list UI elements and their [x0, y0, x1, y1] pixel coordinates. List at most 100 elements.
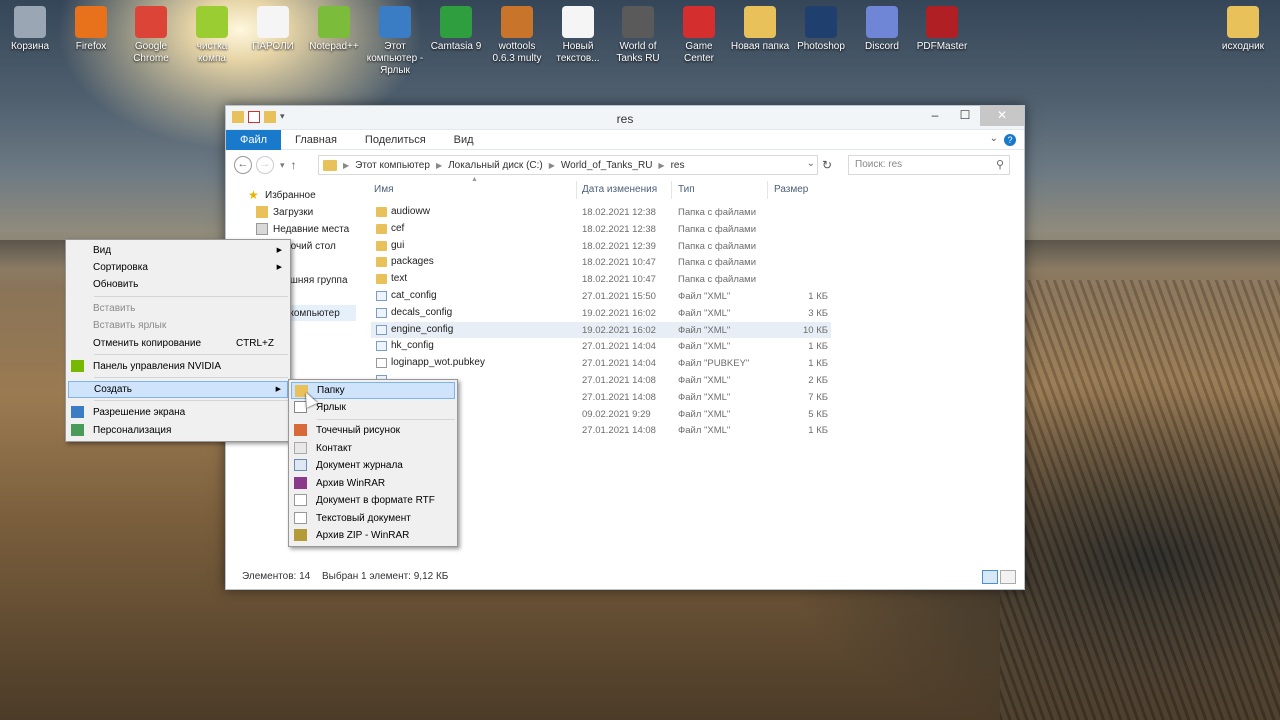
- maximize-button[interactable]: ☐: [950, 106, 980, 126]
- address-dropdown-icon[interactable]: ⌄: [807, 158, 815, 169]
- desktop-icon[interactable]: Новый текстов...: [548, 2, 608, 65]
- desktop-icon[interactable]: Google Chrome: [121, 2, 181, 65]
- menu-label: Архив WinRAR: [316, 478, 386, 489]
- breadcrumb-separator-icon[interactable]: ▶: [658, 161, 664, 170]
- breadcrumb-res[interactable]: res: [671, 160, 685, 171]
- tab-file[interactable]: Файл: [226, 129, 282, 150]
- recent-dropdown-icon[interactable]: ▾: [280, 160, 285, 171]
- desktop-icon[interactable]: Notepad++: [304, 2, 364, 53]
- file-row[interactable]: audioww 18.02.2021 12:38 Папка с файлами: [371, 204, 831, 221]
- breadcrumb-local-disk[interactable]: Локальный диск (C:): [448, 160, 543, 171]
- folder-icon: [376, 274, 387, 285]
- nav-label: Недавние места: [273, 223, 350, 235]
- help-icon[interactable]: ?: [1004, 134, 1016, 146]
- submenu-new-text[interactable]: Текстовый документ: [291, 510, 455, 527]
- breadcrumb-this-pc[interactable]: Этот компьютер: [355, 160, 430, 171]
- file-type: Файл "XML": [678, 324, 731, 336]
- submenu-new-rar[interactable]: Архив WinRAR: [291, 475, 455, 492]
- back-button[interactable]: ←: [234, 156, 252, 174]
- desktop-icon[interactable]: Photoshop: [791, 2, 851, 53]
- folder-icon: [376, 257, 387, 268]
- column-headers: Имя ▲ Дата изменения Тип Размер: [371, 176, 831, 199]
- large-icons-view-icon[interactable]: [1000, 570, 1016, 584]
- file-row[interactable]: hk_config 27.01.2021 14:04 Файл "XML" 1 КБ: [371, 338, 831, 355]
- column-size[interactable]: Размер: [774, 184, 808, 195]
- file-row[interactable]: cat_config 27.01.2021 15:50 Файл "XML" 1 КБ: [371, 288, 831, 305]
- desktop-icon[interactable]: чистка компа: [182, 2, 242, 65]
- desktop-icon-label: Notepad++: [309, 41, 359, 52]
- file-row[interactable]: engine_config 19.02.2021 16:02 Файл "XML" 1…: [371, 321, 831, 339]
- desktop-icon[interactable]: ПАРОЛИ: [243, 2, 303, 53]
- minimize-button[interactable]: –: [920, 106, 950, 126]
- search-icon[interactable]: ⚲: [996, 158, 1004, 171]
- menu-paste[interactable]: Вставить: [68, 300, 288, 317]
- nav-recent[interactable]: Недавние места: [256, 223, 349, 235]
- file-row[interactable]: gui 18.02.2021 12:39 Папка с файлами: [371, 238, 831, 255]
- file-row[interactable]: decals_config 19.02.2021 16:02 Файл "XML" 3…: [371, 305, 831, 322]
- up-button[interactable]: ↑: [291, 158, 297, 172]
- desktop-icon[interactable]: Этот компьютер - Ярлык: [365, 2, 425, 77]
- desktop-icon[interactable]: Game Center: [669, 2, 729, 65]
- camtasia-icon: [440, 6, 472, 38]
- file-name: hk_config: [391, 340, 434, 352]
- submenu-new-contact[interactable]: Контакт: [291, 440, 455, 457]
- xml-file-icon: [376, 324, 387, 335]
- column-divider[interactable]: [576, 181, 577, 199]
- file-row[interactable]: loginapp_wot.pubkey 27.01.2021 14:04 Файл …: [371, 355, 831, 372]
- desktop-icon[interactable]: PDFMaster: [912, 2, 972, 53]
- nvidia-icon: [71, 360, 84, 372]
- menu-paste-shortcut[interactable]: Вставить ярлык: [68, 317, 288, 334]
- breadcrumb-wot[interactable]: World_of_Tanks_RU: [561, 160, 653, 171]
- close-button[interactable]: ✕: [980, 106, 1024, 126]
- search-input[interactable]: Поиск: res ⚲: [848, 155, 1010, 175]
- desktop-icon[interactable]: Корзина: [0, 2, 60, 53]
- menu-create[interactable]: Создать ▶: [68, 381, 288, 398]
- submenu-new-rtf[interactable]: Документ в формате RTF: [291, 492, 455, 509]
- menu-screen-resolution[interactable]: Разрешение экрана: [68, 404, 288, 421]
- column-name[interactable]: Имя: [374, 184, 393, 195]
- submenu-arrow-icon: ▶: [276, 264, 282, 271]
- file-date: 09.02.2021 9:29: [582, 408, 651, 420]
- menu-sort[interactable]: Сортировка ▶: [68, 259, 288, 276]
- submenu-new-journal[interactable]: Документ журнала: [291, 457, 455, 474]
- tab-share[interactable]: Поделиться: [351, 130, 440, 150]
- column-divider[interactable]: [671, 181, 672, 199]
- desktop-icon[interactable]: wottools 0.6.3 multy: [487, 2, 547, 65]
- file-row[interactable]: cef 18.02.2021 12:38 Папка с файлами: [371, 221, 831, 238]
- breadcrumb-separator-icon[interactable]: ▶: [549, 161, 555, 170]
- desktop-icon[interactable]: Новая папка: [730, 2, 790, 53]
- desktop-icon[interactable]: World of Tanks RU: [608, 2, 668, 65]
- column-date[interactable]: Дата изменения: [582, 184, 657, 195]
- menu-personalize[interactable]: Персонализация: [68, 422, 288, 439]
- details-view-icon[interactable]: [982, 570, 998, 584]
- tab-view[interactable]: Вид: [440, 130, 488, 150]
- expand-ribbon-icon[interactable]: ⌄: [990, 133, 998, 144]
- desktop-icon-source[interactable]: исходник: [1213, 2, 1273, 53]
- submenu-new-zip[interactable]: Архив ZIP - WinRAR: [291, 527, 455, 544]
- forward-button[interactable]: →: [256, 156, 274, 174]
- file-row[interactable]: text 18.02.2021 10:47 Папка с файлами: [371, 271, 831, 288]
- desktop-icon[interactable]: Firefox: [61, 2, 121, 53]
- folder-icon: [1227, 6, 1259, 38]
- column-divider[interactable]: [767, 181, 768, 199]
- menu-view[interactable]: Вид ▶: [68, 242, 288, 259]
- tab-home[interactable]: Главная: [281, 130, 351, 150]
- nav-downloads[interactable]: Загрузки: [256, 206, 313, 218]
- menu-label: Обновить: [93, 279, 139, 290]
- refresh-icon[interactable]: ↻: [822, 158, 832, 172]
- desktop-icon[interactable]: Camtasia 9: [426, 2, 486, 53]
- title-bar[interactable]: ▾ res – ☐ ✕: [226, 106, 1024, 130]
- nav-favorites[interactable]: ★ Избранное: [248, 189, 316, 201]
- breadcrumb-separator-icon[interactable]: ▶: [343, 161, 349, 170]
- file-row[interactable]: packages 18.02.2021 10:47 Папка с файлами: [371, 254, 831, 271]
- column-type[interactable]: Тип: [678, 184, 695, 195]
- menu-nvidia[interactable]: Панель управления NVIDIA: [68, 358, 288, 375]
- submenu-new-bitmap[interactable]: Точечный рисунок: [291, 422, 455, 439]
- menu-refresh[interactable]: Обновить: [68, 276, 288, 293]
- desktop-icon[interactable]: Discord: [852, 2, 912, 53]
- menu-undo-copy[interactable]: Отменить копирование CTRL+Z: [68, 335, 288, 352]
- address-bar[interactable]: ▶ Этот компьютер ▶ Локальный диск (C:) ▶…: [318, 155, 818, 175]
- submenu-new-folder[interactable]: Папку: [291, 382, 455, 399]
- breadcrumb-separator-icon[interactable]: ▶: [436, 161, 442, 170]
- notepad-plus-icon: [318, 6, 350, 38]
